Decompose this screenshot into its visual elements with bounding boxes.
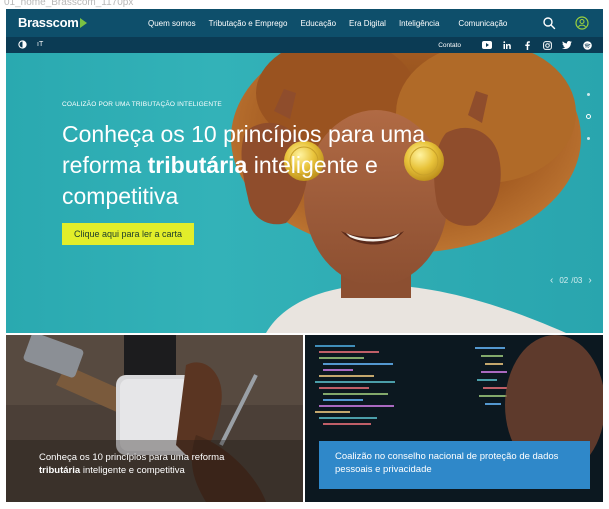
hero-headline: Conheça os 10 princípios para uma reform…: [62, 119, 462, 212]
slide-dot-3[interactable]: [587, 137, 590, 140]
facebook-icon[interactable]: [521, 39, 533, 51]
nav-item-comunicacao[interactable]: Comunicação: [458, 19, 507, 28]
hero-banner: COALIZÃO POR UMA TRIBUTAÇÃO INTELIGENTE …: [6, 53, 603, 333]
read-letter-button[interactable]: Clique aqui para ler a carta: [62, 223, 195, 245]
instagram-icon[interactable]: [541, 39, 553, 51]
card-tax-text-part2: inteligente e competitiva: [80, 465, 185, 476]
news-card-tax-reform[interactable]: Conheça os 10 princípios para uma reform…: [6, 335, 303, 502]
hero-headline-bold: tributária: [147, 152, 248, 178]
chevron-right-icon[interactable]: ›: [588, 275, 591, 286]
contrast-icon[interactable]: [18, 40, 27, 49]
card-privacy-text: Coalizão no conselho nacional de proteçã…: [335, 451, 559, 475]
twitter-icon[interactable]: [561, 39, 573, 51]
nav-item-tributacao-e-emprego[interactable]: Tributação e Emprego: [209, 19, 288, 28]
contato-link[interactable]: Contato: [438, 42, 461, 49]
spotify-icon[interactable]: [581, 39, 593, 51]
accessibility-tools: ıT: [18, 40, 43, 49]
linkedin-icon[interactable]: [501, 39, 513, 51]
card-tax-text-part1: Conheça os 10 princípios para uma reform…: [39, 452, 225, 463]
nav-item-era-digital[interactable]: Era Digital: [349, 19, 386, 28]
youtube-icon[interactable]: [481, 39, 493, 51]
slide-dots: [586, 93, 591, 158]
social-links: Contato: [438, 39, 593, 51]
nav-item-inteligencia[interactable]: Inteligência: [399, 19, 439, 28]
utility-bar: ıT Contato: [6, 37, 603, 53]
chevron-left-icon[interactable]: ‹: [550, 275, 553, 286]
card-privacy-box[interactable]: Coalizão no conselho nacional de proteçã…: [319, 441, 590, 489]
top-navigation: Brasscom Quem somos Tributação e Emprego…: [6, 9, 603, 37]
slide-current: 02: [559, 276, 569, 285]
slide-dot-2[interactable]: [586, 114, 591, 119]
card-tax-text-bold: tributária: [39, 465, 81, 476]
slide-dot-1[interactable]: [587, 93, 590, 96]
hero-eyebrow: COALIZÃO POR UMA TRIBUTAÇÃO INTELIGENTE: [62, 101, 222, 108]
brasscom-logo[interactable]: Brasscom: [18, 15, 88, 30]
main-menu: Quem somos Tributação e Emprego Educação…: [148, 9, 520, 37]
user-icon[interactable]: [575, 16, 589, 30]
slide-total: 03: [573, 276, 583, 285]
logo-text: Brasscom: [18, 15, 79, 30]
news-card-data-privacy[interactable]: Coalizão no conselho nacional de proteçã…: [305, 335, 603, 502]
slider-pagination: ‹ 02 / 03 ›: [547, 275, 595, 286]
card-tax-reform-text: Conheça os 10 princípios para uma reform…: [39, 451, 259, 477]
tab-caption: 01_home_Brasscom_1170px: [4, 0, 134, 8]
nav-item-quem-somos[interactable]: Quem somos: [148, 19, 196, 28]
font-size-icon[interactable]: ıT: [37, 41, 43, 48]
search-icon[interactable]: [542, 16, 556, 30]
nav-item-educacao[interactable]: Educação: [300, 19, 336, 28]
logo-arrow-icon: [80, 17, 88, 28]
